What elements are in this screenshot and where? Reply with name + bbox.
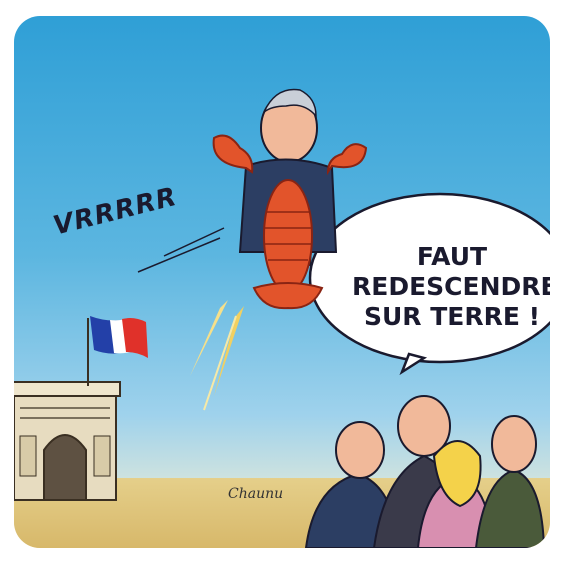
arc-de-triomphe-icon [14, 381, 121, 501]
rocket-flames-icon [190, 300, 244, 411]
french-flag-icon [87, 316, 148, 386]
speech-line-3: SUR TERRE ! [363, 302, 541, 331]
artist-signature: Chaunu [228, 486, 284, 502]
speech-bubble-text: FAUT REDESCENDRE SUR TERRE ! [352, 242, 550, 332]
cartoon-frame: VRRRRR FAUT REDESCENDRE SUR TERRE ! Chau… [14, 16, 550, 548]
speech-line-2: REDESCENDRE [352, 272, 550, 301]
crowd-characters [304, 395, 546, 548]
speech-line-1: FAUT [416, 242, 488, 271]
